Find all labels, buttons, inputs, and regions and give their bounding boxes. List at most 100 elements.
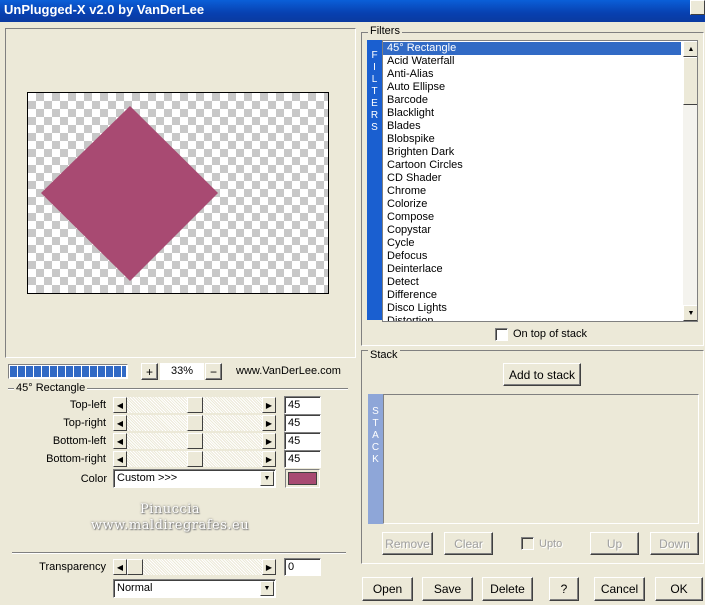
- on-top-label: On top of stack: [513, 328, 587, 340]
- slider-thumb[interactable]: [187, 451, 203, 467]
- blend-mode-dropdown[interactable]: Normal ▼: [113, 579, 276, 598]
- parameter-slider[interactable]: ◀ ▶: [113, 451, 276, 467]
- arrow-right-icon[interactable]: ▶: [262, 415, 276, 431]
- arrow-right-icon[interactable]: ▶: [262, 559, 276, 575]
- transparency-divider: [12, 552, 346, 554]
- filter-item[interactable]: Chrome: [383, 185, 681, 198]
- ok-button[interactable]: OK: [655, 577, 703, 601]
- zoom-in-button[interactable]: +: [141, 363, 158, 380]
- zoom-out-button[interactable]: −: [205, 363, 222, 380]
- parameter-slider[interactable]: ◀ ▶: [113, 415, 276, 431]
- website-link[interactable]: www.VanDerLee.com: [236, 365, 341, 377]
- arrow-left-icon[interactable]: ◀: [113, 397, 127, 413]
- filter-item[interactable]: CD Shader: [383, 172, 681, 185]
- parameter-slider[interactable]: ◀ ▶: [113, 433, 276, 449]
- filter-item[interactable]: Deinterlace: [383, 263, 681, 276]
- arrow-right-icon[interactable]: ▶: [262, 451, 276, 467]
- filter-item[interactable]: Difference: [383, 289, 681, 302]
- tab-letter: T: [372, 418, 379, 429]
- arrow-right-icon[interactable]: ▶: [262, 433, 276, 449]
- filter-item[interactable]: 45° Rectangle: [383, 42, 681, 55]
- filters-tab[interactable]: FILTERS: [367, 40, 382, 320]
- filter-item[interactable]: Barcode: [383, 94, 681, 107]
- preview-canvas[interactable]: [27, 92, 329, 294]
- filter-item[interactable]: Anti-Alias: [383, 68, 681, 81]
- slider-thumb[interactable]: [187, 433, 203, 449]
- delete-button[interactable]: Delete: [482, 577, 533, 601]
- arrow-left-icon[interactable]: ◀: [113, 415, 127, 431]
- filter-scrollbar[interactable]: ▲ ▼: [683, 41, 697, 321]
- arrow-left-icon[interactable]: ◀: [113, 451, 127, 467]
- filter-item[interactable]: Blades: [383, 120, 681, 133]
- filter-item[interactable]: Colorize: [383, 198, 681, 211]
- up-button[interactable]: Up: [590, 532, 639, 555]
- slider-value[interactable]: 45: [284, 432, 321, 450]
- on-top-checkbox[interactable]: [495, 328, 508, 341]
- arrow-left-icon[interactable]: ◀: [113, 559, 127, 575]
- filter-item[interactable]: Compose: [383, 211, 681, 224]
- filter-item[interactable]: Blacklight: [383, 107, 681, 120]
- filter-item[interactable]: Brighten Dark: [383, 146, 681, 159]
- clear-button[interactable]: Clear: [444, 532, 493, 555]
- down-button[interactable]: Down: [650, 532, 699, 555]
- transparency-slider[interactable]: ◀ ▶: [113, 559, 276, 575]
- watermark-line2: www.maldiregrafes.eu: [90, 518, 250, 533]
- window-title: UnPlugged-X v2.0 by VanDerLee: [4, 2, 205, 17]
- color-dropdown[interactable]: Custom >>> ▼: [113, 469, 276, 488]
- help-button[interactable]: ?: [549, 577, 579, 601]
- watermark: Pinuccia www.maldiregrafes.eu: [70, 502, 270, 534]
- preview-shape: [41, 106, 218, 281]
- zoom-level[interactable]: 33%: [160, 363, 204, 380]
- cancel-button[interactable]: Cancel: [594, 577, 645, 601]
- filter-item[interactable]: Auto Ellipse: [383, 81, 681, 94]
- filter-item[interactable]: Distortion: [383, 315, 681, 321]
- slider-thumb[interactable]: [187, 397, 203, 413]
- stack-list[interactable]: [383, 394, 699, 524]
- tab-letter: S: [372, 406, 379, 417]
- arrow-left-icon[interactable]: ◀: [113, 433, 127, 449]
- filter-item[interactable]: Detect: [383, 276, 681, 289]
- color-swatch[interactable]: [285, 469, 320, 488]
- slider-thumb[interactable]: [127, 559, 143, 575]
- slider-value[interactable]: 45: [284, 396, 321, 414]
- add-to-stack-button[interactable]: Add to stack: [503, 363, 581, 386]
- slider-label: Bottom-left: [52, 435, 106, 447]
- slider-thumb[interactable]: [187, 415, 203, 431]
- filter-item[interactable]: Copystar: [383, 224, 681, 237]
- color-label: Color: [80, 473, 107, 485]
- save-button[interactable]: Save: [422, 577, 473, 601]
- slider-track[interactable]: [127, 559, 262, 575]
- filter-item[interactable]: Disco Lights: [383, 302, 681, 315]
- preview-svg: [41, 106, 218, 281]
- tab-letter: K: [372, 454, 379, 465]
- arrow-up-icon[interactable]: ▲: [683, 41, 697, 57]
- slider-value[interactable]: 45: [284, 414, 321, 432]
- parameter-slider[interactable]: ◀ ▶: [113, 397, 276, 413]
- tab-letter: C: [371, 442, 380, 453]
- chevron-down-icon: ▼: [260, 581, 274, 596]
- filter-item[interactable]: Blobspike: [383, 133, 681, 146]
- open-button[interactable]: Open: [362, 577, 413, 601]
- arrow-right-icon[interactable]: ▶: [262, 397, 276, 413]
- stack-group-label: Stack: [368, 349, 400, 361]
- upto-checkbox[interactable]: [521, 537, 534, 550]
- filter-item[interactable]: Cycle: [383, 237, 681, 250]
- chevron-down-icon: ▼: [260, 471, 274, 486]
- watermark-line1: Pinuccia: [139, 502, 201, 517]
- close-button[interactable]: [690, 0, 705, 15]
- remove-button[interactable]: Remove: [382, 532, 433, 555]
- transparency-value[interactable]: 0: [284, 558, 321, 576]
- slider-label: Bottom-right: [46, 453, 106, 465]
- filters-group-label: Filters: [368, 25, 402, 37]
- stack-tab[interactable]: STACK: [368, 394, 383, 524]
- tab-letter: R: [370, 110, 379, 121]
- slider-value[interactable]: 45: [284, 450, 321, 468]
- scrollbar-thumb[interactable]: [683, 57, 697, 105]
- params-title: 45° Rectangle: [14, 382, 88, 394]
- arrow-down-icon[interactable]: ▼: [683, 305, 697, 321]
- filter-item[interactable]: Acid Waterfall: [383, 55, 681, 68]
- filter-item[interactable]: Defocus: [383, 250, 681, 263]
- filter-list[interactable]: 45° Rectangle Acid Waterfall Anti-Alias Aut…: [382, 40, 698, 322]
- tab-letter: T: [371, 86, 378, 97]
- filter-item[interactable]: Cartoon Circles: [383, 159, 681, 172]
